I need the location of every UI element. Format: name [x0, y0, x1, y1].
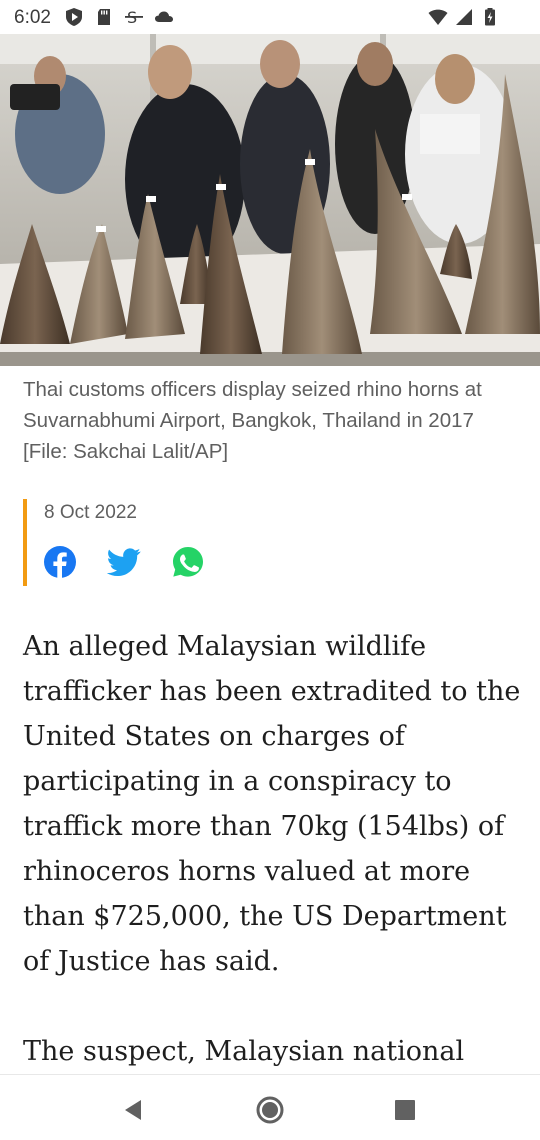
notification-icons: S	[64, 7, 174, 27]
home-circle-icon	[256, 1096, 284, 1124]
article-paragraph: An alleged Malaysian wildlife trafficker…	[23, 631, 521, 977]
back-triangle-icon	[125, 1100, 141, 1120]
sync-icon: S	[125, 8, 143, 27]
publish-date: 8 Oct 2022	[44, 502, 137, 523]
nav-recents-button[interactable]	[388, 1093, 422, 1127]
twitter-icon	[107, 548, 141, 577]
article-body: An alleged Malaysian wildlife trafficker…	[23, 624, 523, 1119]
system-status-icons	[428, 7, 500, 27]
sd-card-icon	[98, 9, 110, 25]
hero-image	[0, 34, 540, 366]
status-time: 6:02	[14, 7, 51, 28]
cloud-icon	[155, 11, 173, 22]
battery-icon	[485, 8, 495, 26]
share-whatsapp-button[interactable]	[171, 545, 205, 579]
share-facebook-button[interactable]	[43, 545, 77, 579]
image-caption: Thai customs officers display seized rhi…	[23, 378, 482, 463]
meta-accent-bar	[23, 499, 27, 586]
share-twitter-button[interactable]	[107, 545, 141, 579]
whatsapp-icon	[173, 547, 203, 577]
status-bar: 6:02 S	[0, 0, 540, 34]
article-paragraph: The suspect, Malaysian national	[23, 1036, 465, 1067]
wifi-icon	[428, 9, 448, 25]
cellular-signal-icon	[456, 9, 472, 25]
recents-square-icon	[395, 1100, 415, 1120]
play-protect-icon	[66, 8, 82, 26]
facebook-icon	[44, 546, 76, 578]
system-nav-bar	[0, 1074, 540, 1140]
share-bar	[43, 545, 205, 579]
nav-back-button[interactable]	[117, 1093, 151, 1127]
nav-home-button[interactable]	[253, 1093, 287, 1127]
rhino-horns-photo-icon	[0, 34, 540, 366]
